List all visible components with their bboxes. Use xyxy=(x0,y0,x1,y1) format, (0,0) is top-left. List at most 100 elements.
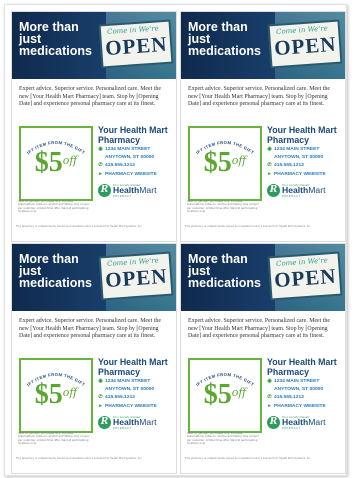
flyer-card-2: More than just medications Come in We're… xyxy=(180,11,346,242)
coupon-off: off xyxy=(231,386,247,399)
coupon-price: $5off xyxy=(190,378,260,412)
headline: More than just medications xyxy=(188,252,261,290)
coupon-price: $5off xyxy=(21,378,91,412)
phone-icon: ✆ xyxy=(267,394,272,401)
health-mart-logo: R Your Locally Owned HealthMart PHARMACY xyxy=(267,415,343,433)
open-sign: Come in We're OPEN xyxy=(98,251,174,301)
open-sign-word: OPEN xyxy=(104,31,169,61)
disclaimer: This pharmacy is independently owned and… xyxy=(16,457,143,460)
logo-sub: PHARMACY xyxy=(113,195,132,198)
store-info: Your Health Mart Pharmacy ◉ 1234 MAIN STR… xyxy=(267,125,343,178)
body-copy: Expert advice. Superior service. Persona… xyxy=(19,86,161,108)
disclaimer: This pharmacy is independently owned and… xyxy=(16,225,143,228)
store-info: Your Health Mart Pharmacy ◉ 1234 MAIN STR… xyxy=(98,125,174,178)
store-name: Your Health Mart Pharmacy xyxy=(98,357,168,377)
phone-icon: ✆ xyxy=(98,394,103,401)
website: PHARMACY WEBSITE xyxy=(105,403,157,409)
flyer-card-1: More than just medications Come in We're… xyxy=(11,11,177,242)
coupon: ANY GIFT ITEM FROM THE GIFT SHOP $5off xyxy=(188,126,262,201)
body-copy: Expert advice. Superior service. Persona… xyxy=(188,318,330,340)
health-mart-logo: R Your Locally Owned HealthMart PHARMACY xyxy=(98,183,174,201)
logo-badge-icon: R xyxy=(267,416,280,429)
open-sign-word: OPEN xyxy=(273,263,338,293)
logo-mart: Mart xyxy=(139,417,157,427)
phone-number: 415.555.1212 xyxy=(105,163,135,169)
flyer-card-3: More than just medications Come in We're… xyxy=(11,243,177,474)
store-name: Your Health Mart Pharmacy xyxy=(267,357,337,377)
coupon: ANY GIFT ITEM FROM THE GIFT SHOP $5off xyxy=(19,126,93,201)
logo-mart: Mart xyxy=(139,185,157,195)
logo-health: Health xyxy=(113,417,140,427)
logo-mart: Mart xyxy=(308,417,326,427)
logo-health: Health xyxy=(282,417,309,427)
logo-sub: PHARMACY xyxy=(282,427,301,430)
address-line2: ANYTOWN, ST 00000 xyxy=(105,386,155,392)
coupon-amount: $5 xyxy=(34,147,63,178)
location-pin-icon: ◉ xyxy=(267,146,272,152)
store-name: Your Health Mart Pharmacy xyxy=(267,125,337,145)
coupon-off: off xyxy=(231,154,247,167)
phone-number: 415.555.1212 xyxy=(105,395,135,401)
logo-mart: Mart xyxy=(308,185,326,195)
phone-number: 415.555.1212 xyxy=(274,163,304,169)
open-sign: Come in We're OPEN xyxy=(98,19,174,69)
address-line2: ANYTOWN, ST 00000 xyxy=(105,154,155,160)
disclaimer: This pharmacy is independently owned and… xyxy=(185,225,312,228)
document-page: More than just medications Come in We're… xyxy=(4,4,347,476)
coupon-off: off xyxy=(62,154,78,167)
address-line1: 1234 MAIN STREET xyxy=(105,147,151,152)
hero-banner: More than just medications Come in We're… xyxy=(181,244,345,311)
body-copy: Expert advice. Superior service. Persona… xyxy=(188,86,330,108)
health-mart-logo: R Your Locally Owned HealthMart PHARMACY xyxy=(98,415,174,433)
store-name: Your Health Mart Pharmacy xyxy=(98,125,168,145)
hero-banner: More than just medications Come in We're… xyxy=(12,244,176,311)
disclaimer: This pharmacy is independently owned and… xyxy=(185,457,312,460)
location-pin-icon: ◉ xyxy=(267,378,272,384)
store-info: Your Health Mart Pharmacy ◉ 1234 MAIN STR… xyxy=(267,357,343,410)
hero-banner: More than just medications Come in We're… xyxy=(181,12,345,79)
logo-badge-icon: R xyxy=(267,184,280,197)
location-pin-icon: ◉ xyxy=(98,378,103,384)
health-mart-logo: R Your Locally Owned HealthMart PHARMACY xyxy=(267,183,343,201)
coupon-price: $5off xyxy=(190,146,260,180)
coupon-amount: $5 xyxy=(34,379,63,410)
logo-health: Health xyxy=(282,185,309,195)
headline: More than just medications xyxy=(188,20,261,58)
hero-banner: More than just medications Come in We're… xyxy=(12,12,176,79)
phone-icon: ✆ xyxy=(267,162,272,169)
phone-icon: ✆ xyxy=(98,162,103,169)
logo-health: Health xyxy=(113,185,140,195)
phone-number: 415.555.1212 xyxy=(274,395,304,401)
web-icon: ▸ xyxy=(99,402,102,409)
coupon: ANY GIFT ITEM FROM THE GIFT SHOP $5off xyxy=(188,358,262,433)
web-icon: ▸ xyxy=(268,402,271,409)
logo-badge-icon: R xyxy=(98,184,111,197)
coupon-fine-print: Valid on gift item purchases only. Exclu… xyxy=(18,432,90,446)
headline: More than just medications xyxy=(19,252,92,290)
open-sign-word: OPEN xyxy=(273,31,338,61)
coupon-amount: $5 xyxy=(203,147,232,178)
website: PHARMACY WEBSITE xyxy=(274,171,326,177)
coupon-fine-print: Valid on gift item purchases only. Exclu… xyxy=(187,432,259,446)
open-sign: Come in We're OPEN xyxy=(267,251,343,301)
address-line1: 1234 MAIN STREET xyxy=(105,379,151,384)
coupon-fine-print: Valid on gift item purchases only. Exclu… xyxy=(18,200,90,214)
coupon: ANY GIFT ITEM FROM THE GIFT SHOP $5off xyxy=(19,358,93,433)
web-icon: ▸ xyxy=(99,170,102,177)
flyer-card-4: More than just medications Come in We're… xyxy=(180,243,346,474)
web-icon: ▸ xyxy=(268,170,271,177)
address-line2: ANYTOWN, ST 00000 xyxy=(274,386,324,392)
store-info: Your Health Mart Pharmacy ◉ 1234 MAIN STR… xyxy=(98,357,174,410)
address-line2: ANYTOWN, ST 00000 xyxy=(274,154,324,160)
address-line1: 1234 MAIN STREET xyxy=(274,147,320,152)
website: PHARMACY WEBSITE xyxy=(274,403,326,409)
address-line1: 1234 MAIN STREET xyxy=(274,379,320,384)
logo-sub: PHARMACY xyxy=(113,427,132,430)
open-sign-word: OPEN xyxy=(104,263,169,293)
coupon-price: $5off xyxy=(21,146,91,180)
coupon-fine-print: Valid on gift item purchases only. Exclu… xyxy=(187,200,259,214)
coupon-off: off xyxy=(62,386,78,399)
headline: More than just medications xyxy=(19,20,92,58)
body-copy: Expert advice. Superior service. Persona… xyxy=(19,318,161,340)
logo-badge-icon: R xyxy=(98,416,111,429)
